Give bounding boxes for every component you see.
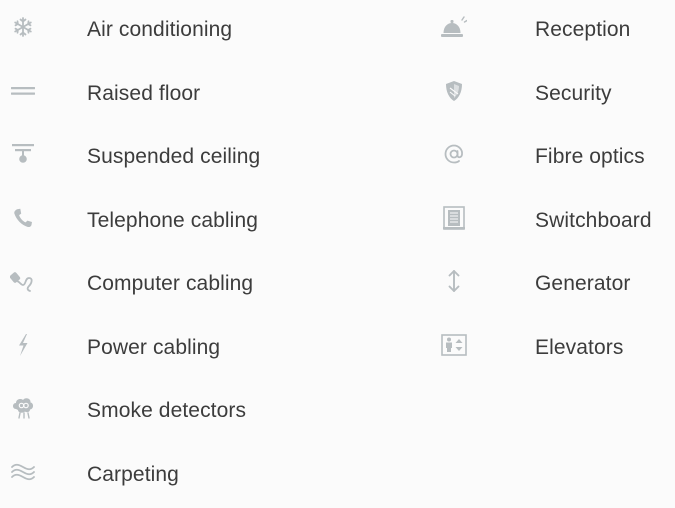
amenity-item-computer-cabling: Computer cabling bbox=[0, 254, 330, 318]
amenity-item-reception: Reception bbox=[424, 0, 675, 64]
amenity-item-smoke-detectors: Smoke detectors bbox=[0, 381, 330, 445]
amenity-label: Switchboard bbox=[535, 208, 652, 234]
amenities-right-column: Reception Security Fibre optics bbox=[424, 0, 675, 381]
amenity-item-elevators: Elevators bbox=[424, 318, 675, 382]
amenity-item-power-cabling: Power cabling bbox=[0, 318, 330, 382]
amenity-label: Telephone cabling bbox=[87, 208, 258, 234]
amenity-item-air-conditioning: Air conditioning bbox=[0, 0, 330, 64]
amenity-item-carpeting: Carpeting bbox=[0, 445, 330, 508]
phone-icon bbox=[10, 205, 36, 231]
amenity-label: Air conditioning bbox=[87, 17, 232, 43]
snowflake-icon bbox=[10, 14, 36, 40]
amenity-item-security: Security bbox=[424, 64, 675, 128]
amenity-label: Carpeting bbox=[87, 462, 179, 488]
amenities-left-column: Air conditioning Raised floor Suspended … bbox=[0, 0, 330, 508]
amenity-label: Security bbox=[535, 81, 612, 107]
at-sign-icon bbox=[441, 141, 467, 167]
amenity-label: Fibre optics bbox=[535, 144, 645, 170]
switchboard-icon bbox=[441, 205, 467, 231]
reception-bell-icon bbox=[441, 14, 467, 40]
amenity-label: Reception bbox=[535, 17, 630, 43]
amenity-item-fibre-optics: Fibre optics bbox=[424, 127, 675, 191]
smoke-detector-icon bbox=[10, 395, 36, 421]
amenity-item-suspended-ceiling: Suspended ceiling bbox=[0, 127, 330, 191]
amenity-label: Raised floor bbox=[87, 81, 200, 107]
shield-icon bbox=[441, 78, 467, 104]
amenity-item-generator: Generator bbox=[424, 254, 675, 318]
amenity-label: Suspended ceiling bbox=[87, 144, 260, 170]
lightning-icon bbox=[10, 332, 36, 358]
raised-floor-icon bbox=[10, 78, 36, 104]
ceiling-lamp-icon bbox=[10, 141, 36, 167]
vertical-arrows-icon bbox=[441, 268, 467, 294]
amenity-label: Power cabling bbox=[87, 335, 220, 361]
amenity-item-raised-floor: Raised floor bbox=[0, 64, 330, 128]
amenity-item-switchboard: Switchboard bbox=[424, 191, 675, 255]
elevator-icon bbox=[441, 332, 467, 358]
carpet-waves-icon bbox=[10, 459, 36, 485]
amenity-label: Elevators bbox=[535, 335, 623, 361]
amenity-label: Computer cabling bbox=[87, 271, 253, 297]
amenity-item-telephone-cabling: Telephone cabling bbox=[0, 191, 330, 255]
computer-cable-icon bbox=[10, 268, 36, 294]
amenity-label: Smoke detectors bbox=[87, 398, 246, 424]
amenity-label: Generator bbox=[535, 271, 630, 297]
